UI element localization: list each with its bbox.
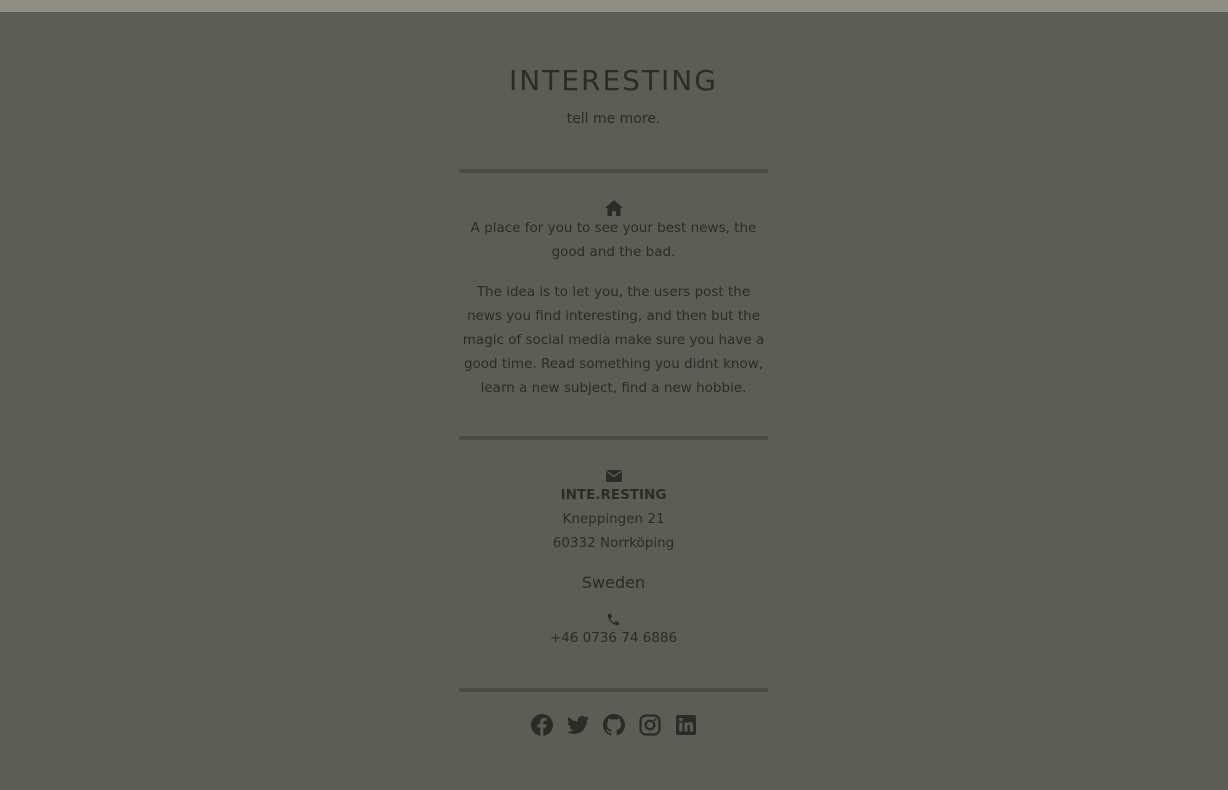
phone-number[interactable]: +46 0736 74 6886 xyxy=(459,630,768,646)
phone-icon xyxy=(606,612,621,627)
company-name: INTE.RESTING xyxy=(560,487,667,503)
github-icon[interactable] xyxy=(602,713,626,737)
phone-icon-wrap xyxy=(459,612,768,627)
contact-icon-wrap xyxy=(459,470,768,482)
top-bar xyxy=(0,0,1228,12)
instagram-icon[interactable] xyxy=(638,713,662,737)
facebook-icon[interactable] xyxy=(530,713,554,737)
about-paragraph-1: A place for you to see your best news, t… xyxy=(470,220,757,260)
linkedin-icon[interactable] xyxy=(674,713,698,737)
home-icon xyxy=(604,200,623,216)
page: INTERESTING tell me more. A place for yo… xyxy=(0,12,1228,790)
page-subtitle: tell me more. xyxy=(566,111,661,127)
page-title: INTERESTING xyxy=(509,64,718,97)
divider xyxy=(459,436,768,440)
about-paragraph-2: The idea is to let you, the users post t… xyxy=(462,284,765,396)
social-links xyxy=(459,713,768,737)
address-city: 60332 Norrköping xyxy=(552,535,675,551)
divider xyxy=(459,169,768,173)
envelope-icon xyxy=(605,470,622,482)
divider xyxy=(459,688,768,692)
about-icon-wrap xyxy=(459,200,768,216)
twitter-icon[interactable] xyxy=(566,713,590,737)
address-country: Sweden xyxy=(581,573,646,592)
address-street: Kneppingen 21 xyxy=(562,511,665,527)
